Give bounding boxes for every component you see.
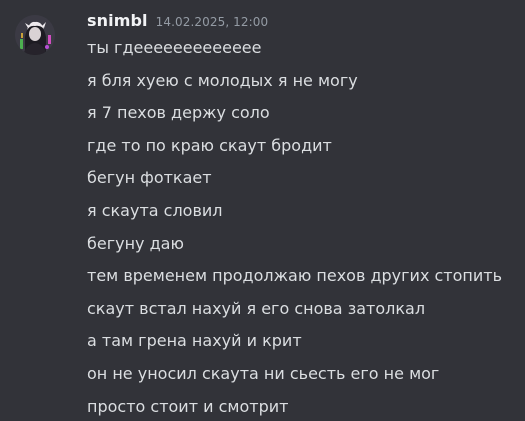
username[interactable]: snimbl (87, 11, 148, 30)
message-line: он не уносил скаута ни сьесть его не мог (87, 363, 440, 383)
message-line: просто стоит и смотрит (87, 396, 289, 416)
message-content: ты гдеееееееееееее я бля хуею с молодых … (87, 36, 517, 421)
message-header: snimbl 14.02.2025, 12:00 (87, 11, 268, 33)
message-line: бегуну даю (87, 233, 184, 253)
message-line: бегун фоткает (87, 168, 212, 188)
message-line: где то по краю скаут бродит (87, 135, 332, 155)
chat-window: snimbl 14.02.2025, 12:00 ты гдееееееееее… (0, 0, 525, 421)
message-line: я скаута словил (87, 200, 223, 220)
message-timestamp[interactable]: 14.02.2025, 12:00 (156, 15, 269, 29)
avatar-image (15, 15, 55, 55)
user-avatar-icon[interactable] (15, 15, 55, 55)
message-line: я 7 пехов держу соло (87, 103, 270, 123)
message-line: скаут встал нахуй я его снова затолкал (87, 298, 426, 318)
message-group: snimbl 14.02.2025, 12:00 ты гдееееееееее… (0, 0, 525, 421)
message-line: а там грена нахуй и крит (87, 331, 302, 351)
message-line: я бля хуею с молодых я не могу (87, 70, 358, 90)
message-line: тем временем продолжаю пехов других стоп… (87, 266, 503, 286)
message-line: ты гдеееееееееееее (87, 38, 262, 57)
